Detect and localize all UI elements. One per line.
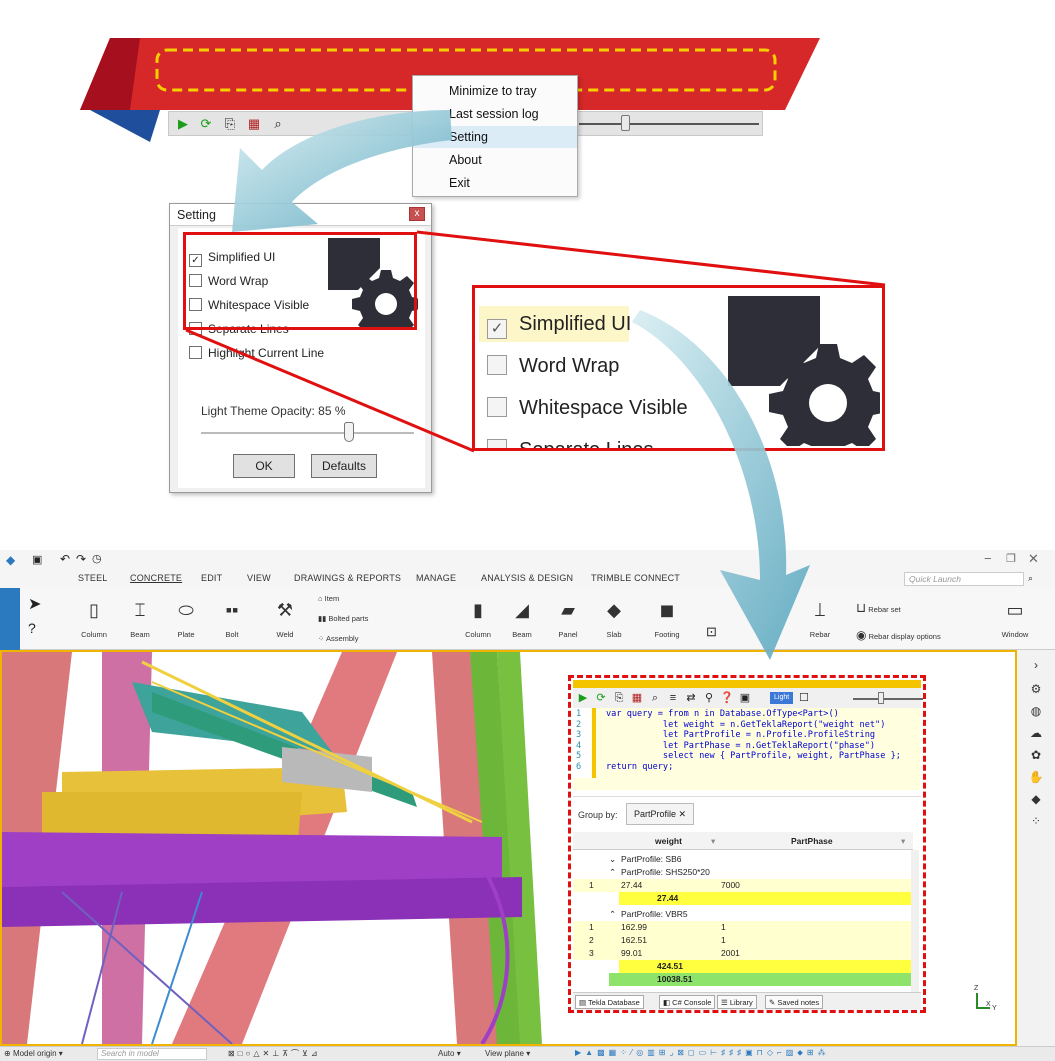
arrow-to-dialog-icon [232,110,452,232]
changed-lines-marker [592,708,596,778]
opacity-slider-thumb[interactable] [878,692,884,704]
filter-icon[interactable]: ▾ [901,832,905,850]
group-row[interactable]: ⌃ PartProfile: SHS250*20 [573,866,913,879]
help-icon[interactable]: ❓ [720,691,734,705]
snap-tools[interactable]: ⊠□○△✕⊥⊼⌒⊻⊿ [228,1048,321,1059]
table-row[interactable]: 1 162.99 1 [573,921,913,934]
code-line: let PartPhase = n.GetTeklaReport("phase"… [606,740,876,751]
opacity-slider-track[interactable] [853,698,923,700]
export-icon[interactable]: ⎘ [612,691,626,705]
side-panel-bar: › ⚙ ◍ ☁ ✿ ✋ ◆ ⁘ [1017,650,1055,1046]
table-row[interactable]: 3 99.01 2001 [573,947,913,960]
group-by-chip[interactable]: PartProfile ✕ [626,803,695,825]
code-line: let PartProfile = n.Profile.ProfileStrin… [606,730,876,741]
table-row[interactable]: 2 162.51 1 [573,934,913,947]
collapse-icon[interactable]: ⌃ [609,866,616,879]
grand-total-row: 10038.51 [609,973,913,986]
flow-arrows [232,110,810,660]
window-icon[interactable]: ▣ [738,691,752,705]
checkbox-icon[interactable]: ☐ [797,691,811,705]
view-plane-dropdown[interactable]: View plane ▾ [485,1049,530,1058]
group-row[interactable]: ⌃ PartProfile: VBR5 [573,908,913,921]
results-grid[interactable]: weight ▾ PartPhase ▾ ⌄ PartProfile: SB6 ⌃… [573,832,921,992]
group-row[interactable]: ⌄ PartProfile: SB6 [573,853,913,866]
replace-icon[interactable]: ⇄ [684,691,698,705]
code-line: select new { PartProfile, weight, PartPh… [606,751,901,762]
code-line: var query = from n in Database.OfType<Pa… [606,709,839,719]
expand-icon[interactable]: ⌄ [609,853,616,866]
scrollbar[interactable] [911,850,919,992]
group-total-row: 424.51 [619,960,913,973]
tab-library[interactable]: ☰ Library [717,995,757,1009]
tool-toolbar: ▶ ⟳ ⎘ ▦ ⌕ ≡ ⇄ ⚲ ❓ ▣ Light ☐ [573,688,923,708]
hand-icon[interactable]: ✋ [1028,770,1044,786]
grid-icon[interactable]: ⁘ [1028,814,1044,830]
auto-dropdown[interactable]: Auto ▾ [438,1049,461,1058]
model-origin-dropdown[interactable]: ⊕ Model origin ▾ [4,1049,63,1058]
table-icon[interactable]: ▦ [630,691,644,705]
search-model-input[interactable]: Search in model [97,1048,207,1060]
cube-icon[interactable]: ◆ [1028,792,1044,808]
tool-header-bar [573,680,921,688]
status-bar: ⊕ Model origin ▾ Search in model ⊠□○△✕⊥⊼… [0,1046,1055,1061]
grid-header: weight ▾ PartPhase ▾ [573,832,913,850]
run-icon[interactable]: ▶ [576,691,590,705]
code-line: return query; [606,762,674,772]
code-editor[interactable]: 1 2 3 4 5 6 var query = from n in Databa… [573,708,921,790]
column-header-phase[interactable]: PartPhase [791,832,833,850]
group-total-row: 27.44 [619,892,913,905]
code-line: let weight = n.GetTeklaReport("weight ne… [606,719,886,730]
line-number-gutter: 1 2 3 4 5 6 [573,708,591,778]
selection-filter-tools[interactable]: ▶▲▩▦⁘⁄◎▥⊞⌟⊠◻▭⊢♯♯♯▣⊓◇⌐▨⬥⊞⁂ [575,1048,830,1058]
column-header-weight[interactable]: weight [655,832,682,850]
tool-window: ▶ ⟳ ⎘ ▦ ⌕ ≡ ⇄ ⚲ ❓ ▣ Light ☐ 1 2 3 4 5 6 [568,675,926,1013]
filter-icon[interactable]: ▾ [711,832,715,850]
cloud-icon[interactable]: ☁ [1028,726,1044,742]
collapse-icon[interactable]: ⌃ [609,908,616,921]
light-theme-button[interactable]: Light [770,692,794,704]
arrow-to-tool-icon [632,310,810,660]
globe-icon[interactable]: ◍ [1028,704,1044,720]
refresh-icon[interactable]: ⟳ [594,691,608,705]
tab-tekla-database[interactable]: ▤ Tekla Database [575,995,644,1009]
group-by-panel: Group by: PartProfile ✕ [573,796,921,832]
pin-icon[interactable]: ⚲ [702,691,716,705]
search-icon[interactable]: ⌕ [648,691,662,705]
format-icon[interactable]: ≡ [666,691,680,705]
properties-icon[interactable]: ⚙ [1028,682,1044,698]
tab-saved-notes[interactable]: ✎ Saved notes [765,995,824,1009]
gear-icon[interactable]: ✿ [1028,748,1044,764]
tool-tabs: ▤ Tekla Database ◧ C# Console ☰ Library … [573,992,921,1010]
table-row[interactable]: 1 27.44 7000 [573,879,913,892]
tab-csharp-console[interactable]: ◧ C# Console [659,995,716,1009]
group-by-label: Group by: [578,810,618,820]
